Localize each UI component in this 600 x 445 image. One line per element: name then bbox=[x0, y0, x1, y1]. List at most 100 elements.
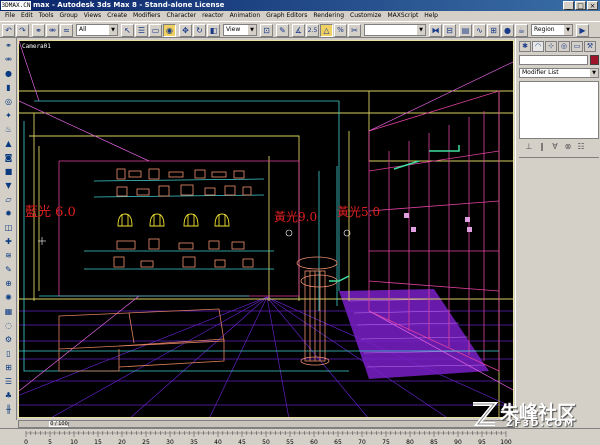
cylinder-icon[interactable]: ▮ bbox=[2, 82, 15, 94]
particle-icon[interactable]: ✺ bbox=[2, 292, 15, 304]
pin-stack-icon[interactable]: ⊥ bbox=[524, 142, 534, 153]
selection-filter-dropdown[interactable]: All ▼ bbox=[76, 24, 118, 36]
spacewarp-icon[interactable]: ≋ bbox=[2, 250, 15, 262]
menu-rendering[interactable]: Rendering bbox=[310, 11, 347, 21]
motion-icon[interactable]: ◎ bbox=[558, 41, 570, 52]
ruler-tick-label: 35 bbox=[190, 439, 198, 445]
panel-divider bbox=[519, 157, 599, 158]
dynamics-icon[interactable]: ⚙ bbox=[2, 334, 15, 346]
render-type-dropdown[interactable]: Region ▼ bbox=[531, 24, 573, 36]
star-icon[interactable]: ✦ bbox=[2, 110, 15, 122]
undo-icon[interactable]: ↶ bbox=[2, 24, 15, 37]
cone-icon[interactable]: ▼ bbox=[2, 180, 15, 192]
patch-icon[interactable]: ▦ bbox=[2, 306, 15, 318]
create-icon[interactable]: ✱ bbox=[519, 41, 531, 52]
coord-system-value: View bbox=[226, 26, 241, 33]
modify-icon[interactable]: ◠ bbox=[532, 41, 544, 52]
foliage-icon[interactable]: ♣ bbox=[2, 390, 15, 402]
menu-graph-editors[interactable]: Graph Editors bbox=[263, 11, 310, 21]
pyramid-icon[interactable]: ▲ bbox=[2, 138, 15, 150]
track-ruler: 0 5 10 15 20 25 30 35 40 45 50 55 60 65 70 75 80 85 90 95 10… bbox=[24, 431, 512, 445]
nurbs-icon[interactable]: ◌ bbox=[2, 320, 15, 332]
window-crossing-icon[interactable]: ◉ bbox=[163, 24, 176, 37]
rectangular-selection-icon[interactable]: ▭ bbox=[149, 24, 162, 37]
tube-icon[interactable]: ◙ bbox=[2, 152, 15, 164]
curve-editor-icon[interactable]: ∿ bbox=[473, 24, 486, 37]
window-icon[interactable]: ⊞ bbox=[2, 362, 15, 374]
menu-maxscript[interactable]: MAXScript bbox=[385, 11, 422, 21]
time-slider[interactable]: 0 / 100 bbox=[49, 421, 69, 427]
select-object-icon[interactable]: ↖ bbox=[121, 24, 134, 37]
close-button[interactable]: × bbox=[587, 1, 598, 10]
utilities-icon[interactable]: ⚒ bbox=[584, 41, 596, 52]
torus-icon[interactable]: ◎ bbox=[2, 96, 15, 108]
object-color-swatch[interactable] bbox=[590, 55, 599, 65]
menu-character[interactable]: Character bbox=[163, 11, 199, 21]
door-icon[interactable]: ▯ bbox=[2, 348, 15, 360]
minimize-button[interactable]: _ bbox=[563, 1, 574, 10]
blue-light-label: 藍光 6.0 bbox=[25, 205, 76, 220]
menu-tools[interactable]: Tools bbox=[36, 11, 57, 21]
teapot-icon[interactable]: ♨ bbox=[2, 124, 15, 136]
link-icon[interactable]: ⚭ bbox=[32, 24, 45, 37]
menu-edit[interactable]: Edit bbox=[18, 11, 36, 21]
modifier-list-dropdown[interactable]: Modifier List ▼ bbox=[519, 68, 599, 78]
material-editor-icon[interactable]: ● bbox=[501, 24, 514, 37]
object-name-field[interactable] bbox=[519, 55, 588, 65]
redo-icon[interactable]: ↷ bbox=[16, 24, 29, 37]
select-by-name-icon[interactable]: ☰ bbox=[135, 24, 148, 37]
menu-group[interactable]: Group bbox=[56, 11, 80, 21]
snap-toggle-icon[interactable]: ∡ bbox=[292, 24, 305, 37]
select-manipulate-icon[interactable]: ✎ bbox=[276, 24, 289, 37]
menu-customize[interactable]: Customize bbox=[347, 11, 385, 21]
maximize-button[interactable]: □ bbox=[575, 1, 586, 10]
railing-icon[interactable]: ╫ bbox=[2, 404, 15, 416]
unlink-icon[interactable]: ⚮ bbox=[46, 24, 59, 37]
display-icon[interactable]: ▭ bbox=[571, 41, 583, 52]
menu-animation[interactable]: Animation bbox=[227, 11, 264, 21]
menu-create[interactable]: Create bbox=[104, 11, 130, 21]
menu-reactor[interactable]: reactor bbox=[199, 11, 227, 21]
spinner-snap-icon[interactable]: % bbox=[334, 24, 347, 37]
sphere-icon[interactable]: ● bbox=[2, 68, 15, 80]
link-icon[interactable]: ⚭ bbox=[2, 40, 15, 52]
menu-help[interactable]: Help bbox=[421, 11, 441, 21]
named-selection-dropdown[interactable]: ▼ bbox=[364, 24, 426, 36]
menu-file[interactable]: File bbox=[2, 11, 18, 21]
angle-snap-icon[interactable]: 2.5 bbox=[306, 24, 319, 37]
select-move-icon[interactable]: ✥ bbox=[179, 24, 192, 37]
viewport-label[interactable]: Camera01 bbox=[22, 43, 51, 50]
bind-space-warp-icon[interactable]: ≈ bbox=[60, 24, 73, 37]
time-slider-track[interactable]: 0 / 100 bbox=[18, 420, 515, 428]
configure-modifier-sets-icon[interactable]: ☷ bbox=[576, 142, 586, 153]
remove-modifier-icon[interactable]: ⊗ bbox=[563, 142, 573, 153]
box-icon[interactable]: ■ bbox=[2, 166, 15, 178]
percent-snap-icon[interactable]: △ bbox=[320, 24, 333, 37]
modifier-stack[interactable] bbox=[519, 81, 599, 139]
light-icon[interactable]: ✹ bbox=[2, 208, 15, 220]
show-end-result-icon[interactable]: ‖ bbox=[537, 142, 547, 153]
mirror-icon[interactable]: ⧓ bbox=[429, 24, 442, 37]
hierarchy-icon[interactable]: ⊹ bbox=[545, 41, 557, 52]
compound-icon[interactable]: ⊕ bbox=[2, 278, 15, 290]
align-icon[interactable]: ⊟ bbox=[443, 24, 456, 37]
render-scene-icon[interactable]: ☕ bbox=[515, 24, 528, 37]
reference-coordinate-dropdown[interactable]: View ▼ bbox=[223, 24, 257, 36]
helper-icon[interactable]: ✚ bbox=[2, 236, 15, 248]
named-selection-icon[interactable]: ✂ bbox=[348, 24, 361, 37]
menu-views[interactable]: Views bbox=[81, 11, 104, 21]
make-unique-icon[interactable]: ∀ bbox=[550, 142, 560, 153]
unlink-icon[interactable]: ⚮ bbox=[2, 54, 15, 66]
shape-icon[interactable]: ✎ bbox=[2, 264, 15, 276]
pivot-center-icon[interactable]: ⊡ bbox=[260, 24, 273, 37]
menu-modifiers[interactable]: Modifiers bbox=[130, 11, 163, 21]
stairs-icon[interactable]: ☰ bbox=[2, 376, 15, 388]
layer-manager-icon[interactable]: ▤ bbox=[459, 24, 472, 37]
schematic-view-icon[interactable]: ⊞ bbox=[487, 24, 500, 37]
camera-viewport[interactable]: 藍光 6.0 黃光9.0 黃光5.0 Camera01 bbox=[18, 40, 514, 418]
quick-render-icon[interactable]: ▶ bbox=[576, 24, 589, 37]
select-rotate-icon[interactable]: ↻ bbox=[193, 24, 206, 37]
plane-icon[interactable]: ▱ bbox=[2, 194, 15, 206]
camera-icon[interactable]: ◫ bbox=[2, 222, 15, 234]
select-scale-icon[interactable]: ◧ bbox=[207, 24, 220, 37]
